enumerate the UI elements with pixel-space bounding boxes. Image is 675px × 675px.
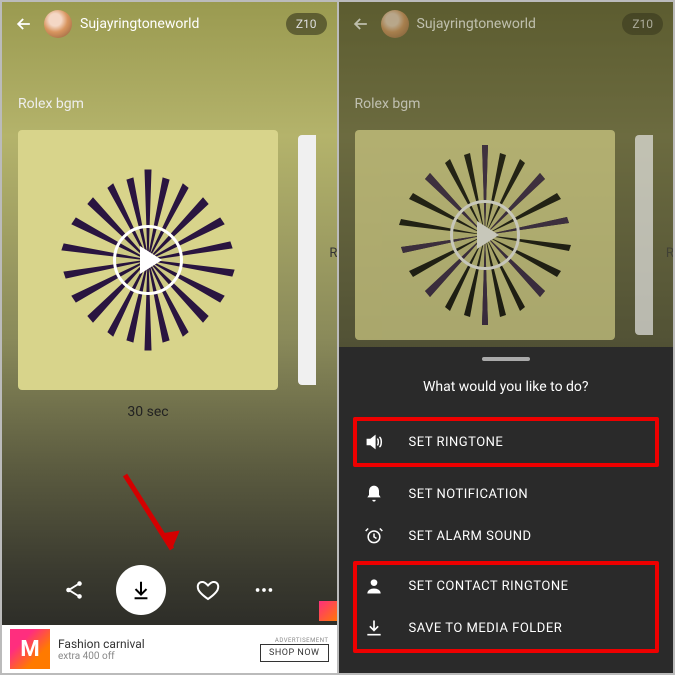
header-badge[interactable]: Z10 bbox=[622, 13, 663, 35]
screenshot-right: Sujayringtoneworld Z10 Rolex bgm Ri bbox=[339, 0, 675, 675]
artwork[interactable] bbox=[18, 130, 278, 390]
track-title: Rolex bgm bbox=[18, 96, 321, 112]
download-button[interactable] bbox=[116, 565, 166, 615]
artwork bbox=[355, 130, 615, 340]
artwork-row bbox=[355, 130, 658, 340]
artwork-row bbox=[18, 130, 321, 390]
back-icon[interactable] bbox=[12, 12, 36, 36]
sheet-item-save[interactable]: SAVE TO MEDIA FOLDER bbox=[357, 607, 656, 649]
bottom-sheet: What would you like to do? SET RINGTONE … bbox=[339, 347, 674, 673]
ad-logo: M bbox=[10, 629, 50, 669]
sheet-item-label: SET RINGTONE bbox=[409, 435, 650, 450]
sheet-item-label: SET NOTIFICATION bbox=[409, 487, 650, 502]
username[interactable]: Sujayringtoneworld bbox=[80, 16, 199, 32]
share-icon[interactable] bbox=[60, 576, 88, 604]
next-card-peek bbox=[635, 130, 653, 335]
sheet-item-label: SAVE TO MEDIA FOLDER bbox=[409, 621, 650, 636]
avatar[interactable] bbox=[44, 10, 72, 38]
duration: 30 sec bbox=[18, 404, 278, 420]
highlight-box: SET RINGTONE bbox=[353, 417, 660, 467]
sheet-handle[interactable] bbox=[482, 357, 530, 361]
ad-mini-logo[interactable] bbox=[319, 601, 339, 621]
track-title: Rolex bgm bbox=[355, 96, 658, 112]
alarm-icon bbox=[363, 525, 385, 547]
screenshot-left: Sujayringtoneworld Z10 Rolex bgm bbox=[0, 0, 339, 675]
next-title-peek: Ri bbox=[666, 246, 675, 261]
person-icon bbox=[363, 575, 385, 597]
back-icon[interactable] bbox=[349, 12, 373, 36]
avatar[interactable] bbox=[381, 10, 409, 38]
sheet-item-label: SET CONTACT RINGTONE bbox=[409, 579, 650, 594]
ad-subtitle: extra 400 off bbox=[58, 651, 252, 662]
next-card-peek[interactable] bbox=[298, 130, 316, 385]
heart-icon[interactable] bbox=[194, 576, 222, 604]
header: Sujayringtoneworld Z10 bbox=[2, 2, 337, 46]
sheet-item-notification[interactable]: SET NOTIFICATION bbox=[357, 473, 656, 515]
download-icon bbox=[363, 617, 385, 639]
username[interactable]: Sujayringtoneworld bbox=[417, 16, 536, 32]
next-title-peek: Ri bbox=[329, 246, 338, 261]
ad-title: Fashion carnival bbox=[58, 637, 252, 651]
content: Rolex bgm bbox=[2, 96, 337, 420]
ad-tag: ADVERTISEMENT bbox=[260, 637, 328, 644]
header: Sujayringtoneworld Z10 bbox=[339, 2, 674, 46]
content: Rolex bgm Ri bbox=[339, 96, 674, 340]
play-icon[interactable] bbox=[113, 225, 183, 295]
volume-icon bbox=[363, 431, 385, 453]
ad-shop-button[interactable]: SHOP NOW bbox=[260, 644, 328, 662]
sheet-item-alarm[interactable]: SET ALARM SOUND bbox=[357, 515, 656, 557]
sheet-item-label: SET ALARM SOUND bbox=[409, 529, 650, 544]
more-icon[interactable] bbox=[250, 576, 278, 604]
bell-icon bbox=[363, 483, 385, 505]
actions-bar bbox=[2, 565, 337, 615]
sheet-item-contact[interactable]: SET CONTACT RINGTONE bbox=[357, 565, 656, 607]
header-badge[interactable]: Z10 bbox=[286, 13, 327, 35]
highlight-box: SET CONTACT RINGTONE SAVE TO MEDIA FOLDE… bbox=[353, 561, 660, 653]
sheet-item-ringtone[interactable]: SET RINGTONE bbox=[357, 421, 656, 463]
play-icon bbox=[450, 200, 520, 270]
ad-banner[interactable]: M Fashion carnival extra 400 off ADVERTI… bbox=[2, 625, 337, 673]
sheet-title: What would you like to do? bbox=[357, 379, 656, 395]
